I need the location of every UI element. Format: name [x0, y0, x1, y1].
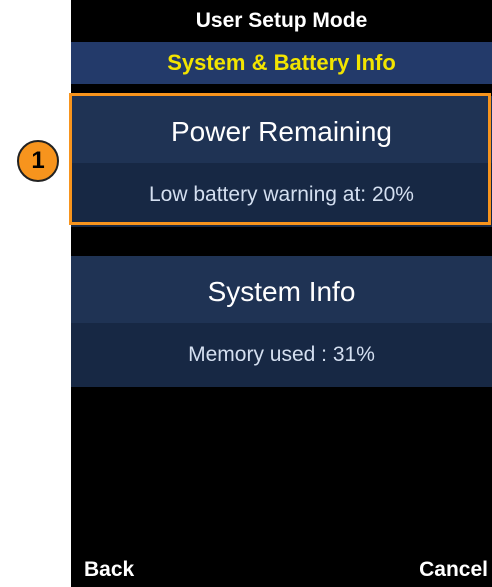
device-screen: User Setup Mode System & Battery Info Po… — [69, 0, 492, 587]
screen-title: System & Battery Info — [71, 42, 492, 84]
low-battery-warning-value: Low battery warning at: 20% — [71, 163, 492, 227]
cancel-softkey[interactable]: Cancel — [419, 553, 488, 587]
system-info-title[interactable]: System Info — [71, 256, 492, 328]
memory-used-value: Memory used : 31% — [71, 323, 492, 387]
callout-badge: 1 — [17, 140, 59, 182]
back-softkey[interactable]: Back — [84, 553, 134, 587]
power-remaining-title[interactable]: Power Remaining — [71, 96, 492, 168]
mode-title: User Setup Mode — [71, 0, 492, 42]
